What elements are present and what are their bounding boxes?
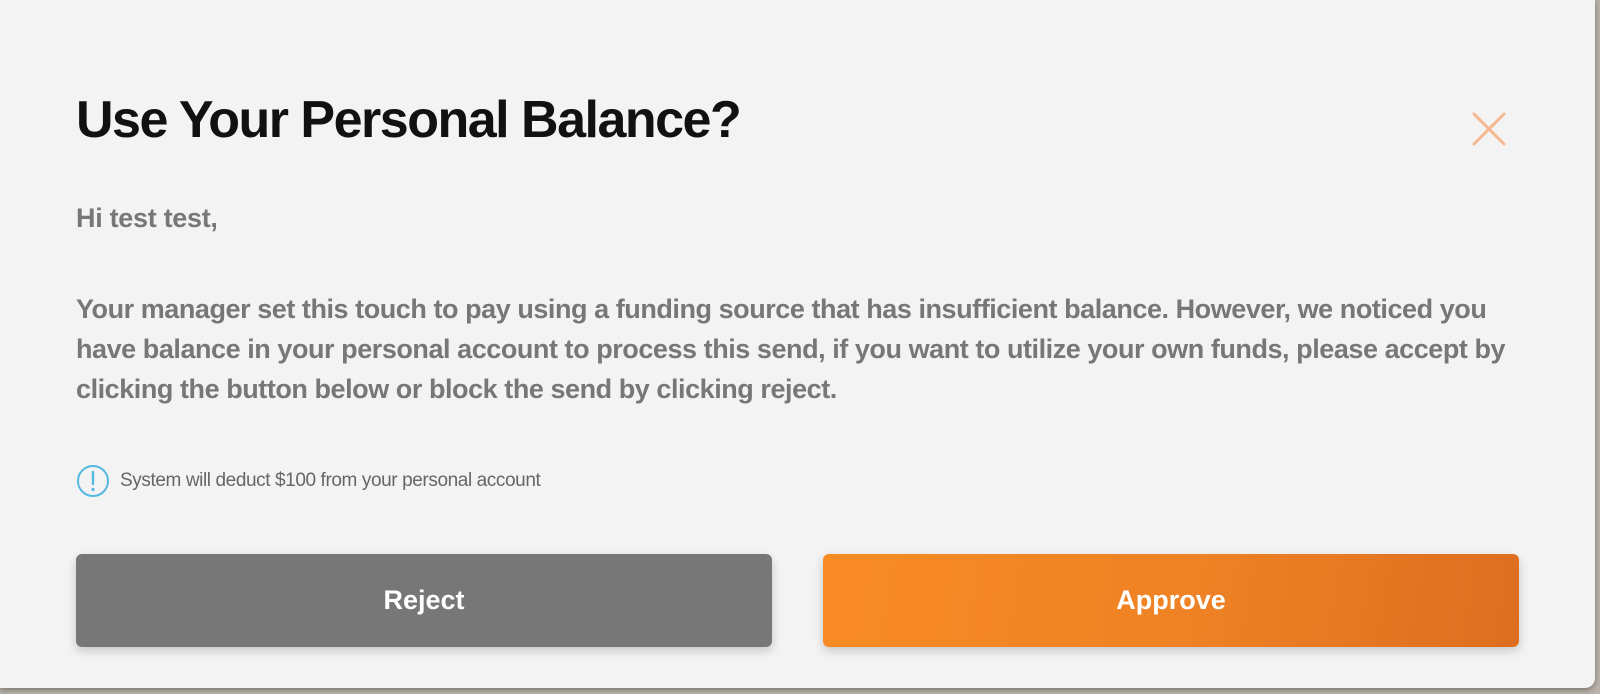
personal-balance-dialog: Use Your Personal Balance? Hi test test,… <box>0 0 1595 688</box>
close-button[interactable] <box>1470 110 1508 148</box>
dialog-message: Your manager set this touch to pay using… <box>76 294 1506 404</box>
deduction-notice: System will deduct $100 from your person… <box>76 463 541 499</box>
dialog-title: Use Your Personal Balance? <box>76 91 742 149</box>
info-circle-icon <box>76 464 110 498</box>
approve-button[interactable]: Approve <box>823 554 1519 647</box>
close-icon <box>1470 110 1508 148</box>
deduction-notice-text: System will deduct $100 from your person… <box>120 470 541 491</box>
reject-button[interactable]: Reject <box>76 554 772 647</box>
greeting-text: Hi test test, <box>76 203 218 233</box>
